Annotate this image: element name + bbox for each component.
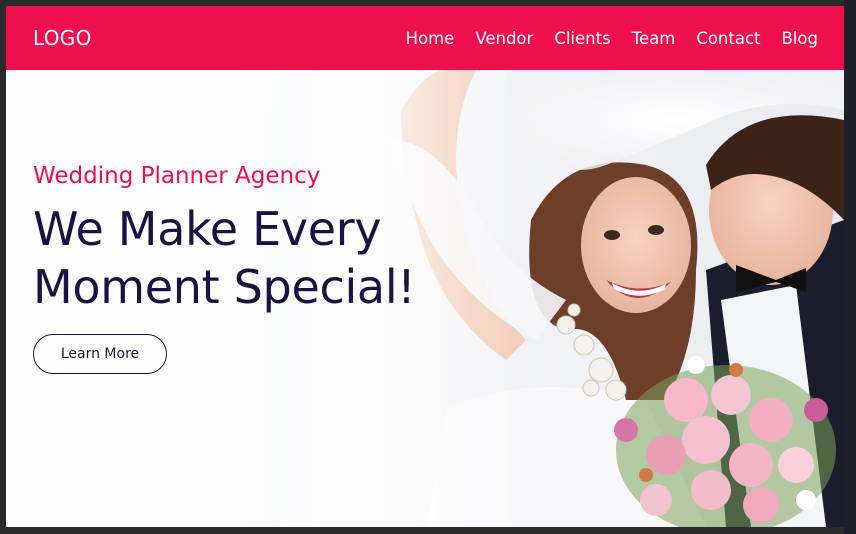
hero-title: We Make Every Moment Special! [33, 202, 416, 314]
hero-subtitle: Wedding Planner Agency [33, 163, 321, 189]
website-frame: LOGO Home Vendor Clients Team Contact Bl… [6, 6, 844, 527]
nav-item-home[interactable]: Home [406, 29, 455, 48]
nav-menu: Home Vendor Clients Team Contact Blog [406, 29, 818, 48]
window-edge [844, 0, 856, 534]
nav-item-contact[interactable]: Contact [696, 29, 760, 48]
nav-item-team[interactable]: Team [632, 29, 676, 48]
nav-item-blog[interactable]: Blog [782, 29, 818, 48]
logo[interactable]: LOGO [33, 26, 92, 50]
hero-section: Wedding Planner Agency We Make Every Mom… [6, 70, 844, 527]
navbar: LOGO Home Vendor Clients Team Contact Bl… [6, 6, 844, 70]
learn-more-button[interactable]: Learn More [33, 334, 167, 374]
nav-item-clients[interactable]: Clients [554, 29, 610, 48]
hero-content: Wedding Planner Agency We Make Every Mom… [33, 160, 453, 374]
nav-item-vendor[interactable]: Vendor [475, 29, 533, 48]
